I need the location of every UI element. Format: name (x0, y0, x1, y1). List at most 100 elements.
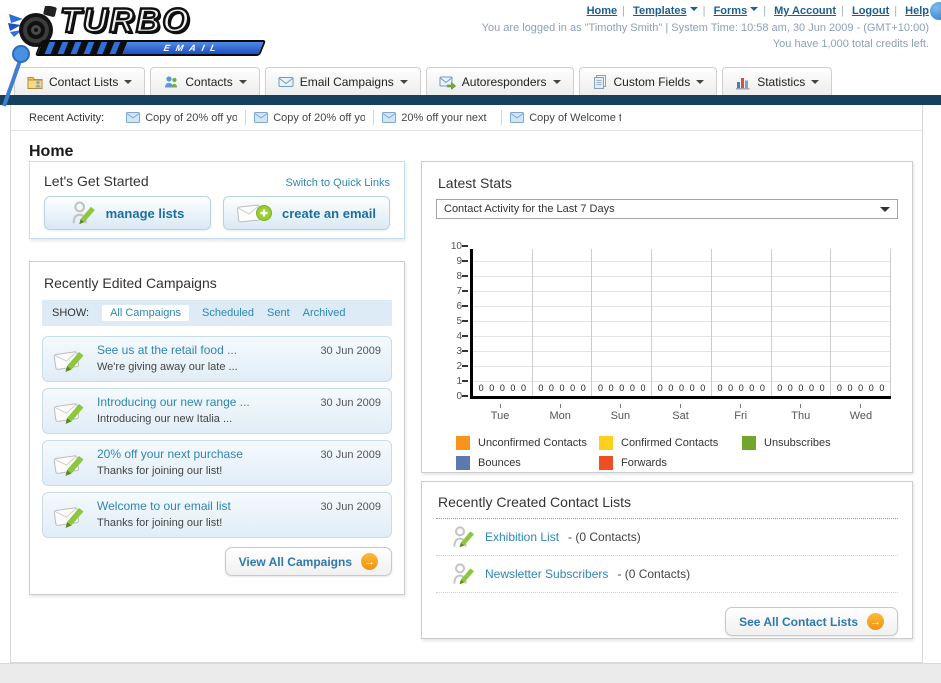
switch-quick-links[interactable]: Switch to Quick Links (285, 177, 390, 189)
legend-item: Bounces (456, 456, 599, 470)
view-all-campaigns-button[interactable]: View All Campaigns → (224, 547, 392, 576)
campaign-date: 30 Jun 2009 (320, 397, 381, 409)
chart-y-tick-label: 4 (456, 331, 462, 342)
navy-divider-bar (0, 95, 941, 105)
filter-archived[interactable]: Archived (303, 307, 346, 319)
contact-list-count: - (0 Contacts) (617, 567, 691, 581)
campaign-row[interactable]: Welcome to our email list Thanks for join… (42, 492, 392, 538)
campaign-list: See us at the retail food ... We're givin… (42, 336, 392, 538)
chevron-down-icon (811, 79, 820, 88)
envelope-pencil-icon (53, 403, 84, 424)
envelope-pencil-icon (53, 351, 84, 372)
arrow-right-icon: → (867, 613, 884, 630)
envelope-icon (510, 112, 525, 123)
stats-report-dropdown[interactable]: Contact Activity for the Last 7 Days (436, 199, 898, 219)
chart-x-label: Fri (711, 404, 771, 422)
chart-x-label: Wed (831, 404, 891, 422)
contact-lists-panel: Recently Created Contact Lists Exhibitio… (421, 481, 913, 639)
legend-label: Unconfirmed Contacts (478, 437, 587, 449)
nav-templates-link[interactable]: Templates (633, 5, 687, 17)
tab-statistics[interactable]: Statistics (722, 67, 833, 95)
latest-stats-panel: Latest Stats Contact Activity for the La… (421, 161, 913, 473)
main-nav-tabs: Contact Lists Contacts Email Campaigns A… (14, 67, 833, 95)
legend-swatch (456, 456, 470, 470)
chart-x-label: Thu (771, 404, 831, 422)
create-email-button[interactable]: create an email (223, 196, 390, 230)
campaign-date: 30 Jun 2009 (320, 345, 381, 357)
campaign-row[interactable]: See us at the retail food ... We're givin… (42, 336, 392, 382)
chart-x-label: Sat (650, 404, 710, 422)
filter-sent[interactable]: Sent (267, 307, 290, 319)
campaign-row[interactable]: Introducing our new range ... Introducing… (42, 388, 392, 434)
nav-help-link[interactable]: Help (905, 5, 929, 17)
contact-activity-chart: 0 1 2 3 4 5 6 7 8 9 10 000000000000000000000000000… (451, 241, 892, 422)
tab-label: Contact Lists (49, 74, 119, 89)
chart-y-tick (462, 290, 468, 292)
stats-legend: Unconfirmed Contacts Confirmed Contacts Un… (456, 436, 886, 470)
get-started-title: Let's Get Started (44, 173, 149, 189)
pages-icon (593, 74, 606, 89)
latest-stats-title: Latest Stats (438, 175, 512, 191)
tab-email-campaigns[interactable]: Email Campaigns (264, 67, 421, 95)
nav-my-account-link[interactable]: My Account (774, 5, 836, 17)
chart-y-tick-label: 2 (456, 361, 462, 372)
logo-stripes (37, 42, 128, 54)
legend-label: Bounces (478, 457, 521, 469)
recent-activity-item[interactable]: Copy of 20% off yo (118, 110, 247, 125)
autoresponder-icon (439, 76, 456, 90)
chart-y-tick-label: 0 (456, 391, 462, 402)
chart-y-tick (462, 320, 468, 322)
campaign-title-link[interactable]: Introducing our new range ... (97, 394, 250, 411)
tab-label: Email Campaigns (299, 74, 394, 89)
nav-logout-link[interactable]: Logout (852, 5, 889, 17)
campaign-row[interactable]: 20% off your next purchase Thanks for joi… (42, 440, 392, 486)
nav-forms-link[interactable]: Forms (714, 5, 748, 17)
campaign-subtitle: Thanks for joining our list! (97, 464, 223, 477)
campaign-title-link[interactable]: See us at the retail food ... (97, 342, 238, 359)
chevron-down-icon (880, 206, 890, 217)
tab-autoresponders[interactable]: Autoresponders (425, 67, 574, 95)
envelope-icon (126, 112, 141, 123)
tab-custom-fields[interactable]: Custom Fields (578, 67, 718, 95)
contact-list-item[interactable]: Newsletter Subscribers - (0 Contacts) (436, 556, 898, 593)
chart-y-tick-label: 6 (456, 301, 462, 312)
campaign-subtitle: Thanks for joining our list! (97, 516, 223, 529)
stats-dropdown-value: Contact Activity for the Last 7 Days (444, 203, 615, 215)
stats-chart-yaxis: 0 1 2 3 4 5 6 7 8 9 10 (451, 241, 891, 402)
chart-y-tick-label: 7 (456, 286, 462, 297)
contacts-icon (165, 75, 178, 87)
legend-item: Unsubscribes (742, 436, 885, 450)
legend-swatch (599, 456, 613, 470)
page-title: Home (29, 143, 74, 160)
legend-label: Confirmed Contacts (621, 437, 719, 449)
turbo-email-logo: TURBO EMAIL (8, 1, 267, 60)
recent-activity-item[interactable]: 20% off your next (374, 110, 503, 125)
campaign-title-link[interactable]: 20% off your next purchase (97, 446, 243, 463)
filter-all-campaigns[interactable]: All Campaigns (102, 305, 189, 321)
filter-scheduled[interactable]: Scheduled (202, 307, 254, 319)
tab-contacts[interactable]: Contacts (150, 67, 260, 95)
nav-home-link[interactable]: Home (587, 5, 618, 17)
contact-list-link[interactable]: Exhibition List (485, 530, 559, 544)
tab-label: Statistics (757, 74, 806, 89)
top-nav: Home | Templates | Forms | My Account | Logo… (586, 5, 929, 17)
chart-y-tick-label: 5 (456, 316, 462, 327)
envelope-pencil-icon (53, 507, 84, 528)
contact-list-link[interactable]: Newsletter Subscribers (485, 567, 608, 581)
person-pencil-icon (72, 201, 95, 225)
chevron-down-icon (399, 79, 408, 88)
chart-y-tick (462, 365, 468, 367)
manage-lists-button[interactable]: manage lists (44, 196, 211, 230)
recent-activity-item[interactable]: Copy of 20% off yo (246, 110, 375, 125)
contact-list-item[interactable]: Exhibition List - (0 Contacts) (436, 519, 898, 556)
logo-email-bar: EMAIL (34, 40, 267, 56)
chart-x-label: Sun (590, 404, 650, 422)
legend-swatch (456, 436, 470, 450)
campaign-title-link[interactable]: Welcome to our email list (97, 498, 231, 515)
help-bubble-icon[interactable] (930, 2, 941, 20)
chevron-down-icon (696, 79, 705, 88)
see-all-contact-lists-button[interactable]: See All Contact Lists → (725, 607, 898, 636)
chart-y-tick-label: 10 (450, 241, 462, 252)
recent-activity-item[interactable]: Copy of Welcome to (502, 110, 629, 125)
person-pencil-icon (453, 563, 474, 585)
